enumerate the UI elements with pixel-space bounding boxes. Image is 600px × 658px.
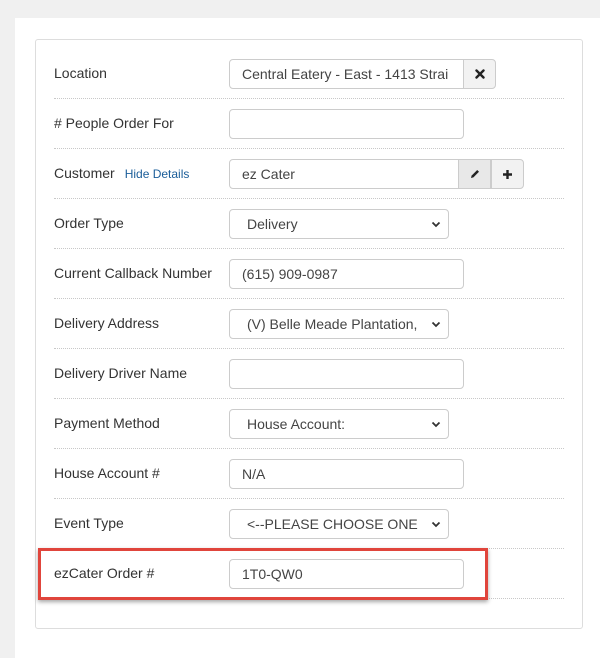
location-row: Location Central Eatery - East - 1413 St…	[54, 49, 564, 99]
customer-row: Customer Hide Details ez Cater	[54, 149, 564, 199]
order-type-value: Delivery	[247, 216, 298, 232]
location-label: Location	[54, 65, 107, 81]
delivery-address-value: (V) Belle Meade Plantation,	[247, 316, 418, 332]
order-type-label: Order Type	[54, 215, 124, 231]
payment-row: Payment Method House Account:	[54, 399, 564, 449]
customer-label-text: Customer	[54, 165, 115, 181]
location-field[interactable]: Central Eatery - East - 1413 Strai	[229, 59, 464, 89]
delivery-address-select[interactable]: (V) Belle Meade Plantation,	[229, 309, 449, 339]
driver-label: Delivery Driver Name	[54, 365, 188, 381]
callback-input[interactable]: (615) 909-0987	[229, 259, 464, 289]
customer-label: Customer Hide Details	[54, 149, 189, 198]
delivery-address-label: Delivery Address	[54, 315, 160, 331]
close-icon	[474, 69, 485, 79]
event-type-select[interactable]: <--PLEASE CHOOSE ONE	[229, 509, 449, 539]
driver-row: Delivery Driver Name	[54, 349, 564, 399]
chevron-down-icon	[431, 521, 441, 528]
delivery-address-row: Delivery Address (V) Belle Meade Plantat…	[54, 299, 564, 349]
driver-input[interactable]	[229, 359, 464, 389]
event-type-value: <--PLEASE CHOOSE ONE	[247, 516, 418, 532]
payment-value: House Account:	[247, 416, 346, 432]
highlight-box	[38, 548, 488, 600]
house-account-row: House Account # N/A	[54, 449, 564, 499]
chevron-down-icon	[431, 421, 441, 428]
pencil-icon	[470, 170, 479, 178]
event-type-label: Event Type	[54, 515, 124, 531]
chevron-down-icon	[431, 321, 441, 328]
callback-label: Current Callback Number	[54, 265, 212, 281]
order-type-row: Order Type Delivery	[54, 199, 564, 249]
edit-customer-button[interactable]	[458, 159, 491, 189]
hide-details-link[interactable]: Hide Details	[125, 167, 190, 181]
chevron-down-icon	[431, 221, 441, 228]
house-account-input[interactable]: N/A	[229, 459, 464, 489]
payment-label: Payment Method	[54, 415, 160, 431]
order-type-select[interactable]: Delivery	[229, 209, 449, 239]
callback-row: Current Callback Number (615) 909-0987	[54, 249, 564, 299]
customer-field[interactable]: ez Cater	[229, 159, 459, 189]
people-row: # People Order For	[54, 99, 564, 149]
payment-select[interactable]: House Account:	[229, 409, 449, 439]
people-input[interactable]	[229, 109, 464, 139]
house-account-label: House Account #	[54, 465, 160, 481]
add-customer-button[interactable]	[491, 159, 524, 189]
clear-location-button[interactable]	[463, 59, 496, 89]
plus-icon	[503, 169, 512, 179]
event-type-row: Event Type <--PLEASE CHOOSE ONE	[54, 499, 564, 549]
people-label: # People Order For	[54, 115, 174, 131]
